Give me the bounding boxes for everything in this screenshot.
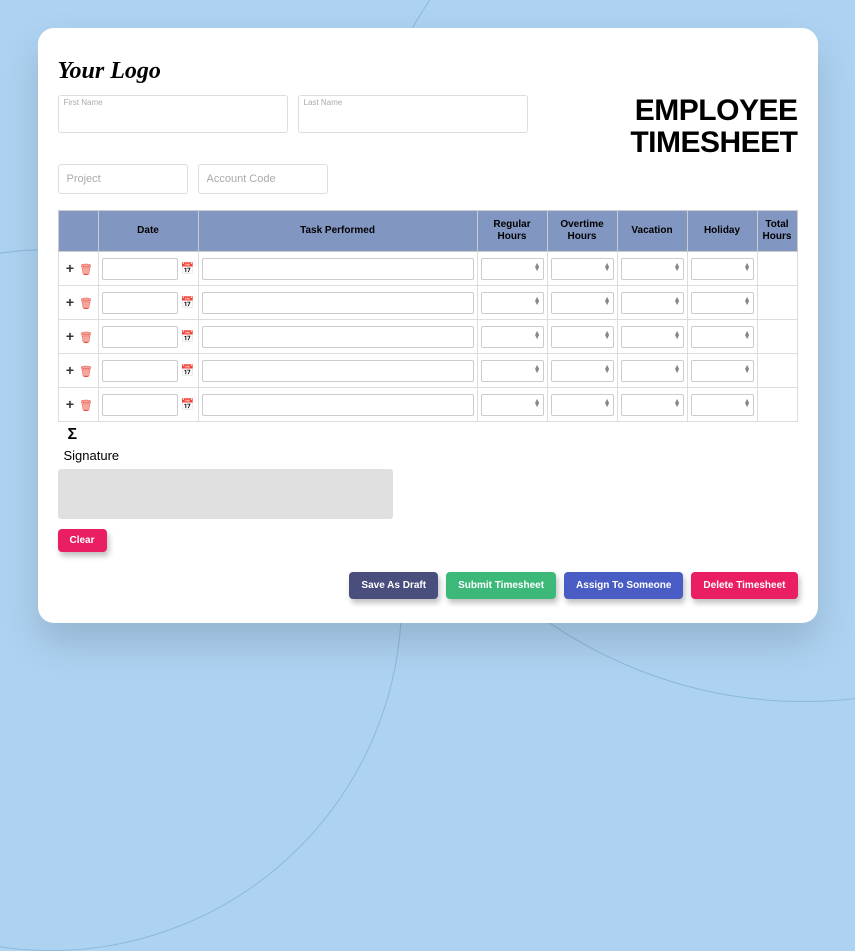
spinner-icon[interactable]: ▲▼ <box>534 298 541 308</box>
sigma-icon: Σ <box>68 426 78 443</box>
spinner-icon[interactable]: ▲▼ <box>604 332 611 342</box>
spinner-icon[interactable]: ▲▼ <box>534 366 541 376</box>
th-total: Total Hours <box>757 211 797 252</box>
calendar-icon[interactable]: 📅 <box>181 330 195 343</box>
total-hours-cell <box>757 286 797 320</box>
calendar-icon[interactable]: 📅 <box>181 398 195 411</box>
spinner-icon[interactable]: ▲▼ <box>604 400 611 410</box>
clear-signature-button[interactable]: Clear <box>58 529 107 552</box>
last-name-label: Last Name <box>304 98 343 107</box>
total-hours-cell <box>757 388 797 422</box>
spinner-icon[interactable]: ▲▼ <box>534 332 541 342</box>
th-vacation: Vacation <box>617 211 687 252</box>
task-input[interactable] <box>202 394 474 416</box>
date-input[interactable] <box>102 394 178 416</box>
table-row: +🗑 📅 ▲▼ ▲▼ ▲▼ ▲▼ <box>58 320 797 354</box>
delete-button[interactable]: Delete Timesheet <box>691 572 797 599</box>
add-row-button[interactable]: + <box>63 363 77 377</box>
task-input[interactable] <box>202 326 474 348</box>
sub-fields <box>58 164 798 194</box>
spinner-icon[interactable]: ▲▼ <box>604 298 611 308</box>
task-input[interactable] <box>202 360 474 382</box>
delete-row-button[interactable]: 🗑 <box>79 297 93 310</box>
date-input[interactable] <box>102 360 178 382</box>
account-code-input[interactable] <box>198 164 328 194</box>
first-name-label: First Name <box>64 98 103 107</box>
th-regular: Regular Hours <box>477 211 547 252</box>
add-row-button[interactable]: + <box>63 261 77 275</box>
table-row: +🗑 📅 ▲▼ ▲▼ ▲▼ ▲▼ <box>58 388 797 422</box>
signature-pad[interactable] <box>58 469 393 519</box>
project-input[interactable] <box>58 164 188 194</box>
total-hours-cell <box>757 252 797 286</box>
spinner-icon[interactable]: ▲▼ <box>534 400 541 410</box>
spinner-icon[interactable]: ▲▼ <box>744 366 751 376</box>
spinner-icon[interactable]: ▲▼ <box>604 366 611 376</box>
footer-buttons: Save As Draft Submit Timesheet Assign To… <box>58 572 798 599</box>
th-overtime: Overtime Hours <box>547 211 617 252</box>
header-row: First Name Last Name EMPLOYEE TIMESHEET <box>58 95 798 158</box>
spinner-icon[interactable]: ▲▼ <box>744 332 751 342</box>
add-row-button[interactable]: + <box>63 397 77 411</box>
spinner-icon[interactable]: ▲▼ <box>534 264 541 274</box>
delete-row-button[interactable]: 🗑 <box>79 399 93 412</box>
th-date: Date <box>98 211 198 252</box>
spinner-icon[interactable]: ▲▼ <box>604 264 611 274</box>
delete-row-button[interactable]: 🗑 <box>79 263 93 276</box>
spinner-icon[interactable]: ▲▼ <box>744 298 751 308</box>
spinner-icon[interactable]: ▲▼ <box>744 400 751 410</box>
th-action <box>58 211 98 252</box>
spinner-icon[interactable]: ▲▼ <box>674 264 681 274</box>
th-holiday: Holiday <box>687 211 757 252</box>
total-hours-cell <box>757 354 797 388</box>
spinner-icon[interactable]: ▲▼ <box>674 366 681 376</box>
calendar-icon[interactable]: 📅 <box>181 262 195 275</box>
th-task: Task Performed <box>198 211 477 252</box>
calendar-icon[interactable]: 📅 <box>181 296 195 309</box>
add-row-button[interactable]: + <box>63 329 77 343</box>
spinner-icon[interactable]: ▲▼ <box>674 332 681 342</box>
spinner-icon[interactable]: ▲▼ <box>744 264 751 274</box>
spinner-icon[interactable]: ▲▼ <box>674 298 681 308</box>
total-hours-cell <box>757 320 797 354</box>
delete-row-button[interactable]: 🗑 <box>79 365 93 378</box>
delete-row-button[interactable]: 🗑 <box>79 331 93 344</box>
spinner-icon[interactable]: ▲▼ <box>674 400 681 410</box>
calendar-icon[interactable]: 📅 <box>181 364 195 377</box>
signature-label: Signature <box>64 448 798 463</box>
table-row: +🗑 📅 ▲▼ ▲▼ ▲▼ ▲▼ <box>58 252 797 286</box>
assign-button[interactable]: Assign To Someone <box>564 572 683 599</box>
submit-button[interactable]: Submit Timesheet <box>446 572 556 599</box>
table-row: +🗑 📅 ▲▼ ▲▼ ▲▼ ▲▼ <box>58 354 797 388</box>
page-title: EMPLOYEE TIMESHEET <box>630 95 797 158</box>
logo: Your Logo <box>58 58 798 85</box>
table-row: +🗑 📅 ▲▼ ▲▼ ▲▼ ▲▼ <box>58 286 797 320</box>
timesheet-card: Your Logo First Name Last Name EMPLOYEE … <box>38 28 818 623</box>
save-draft-button[interactable]: Save As Draft <box>349 572 438 599</box>
date-input[interactable] <box>102 292 178 314</box>
task-input[interactable] <box>202 258 474 280</box>
date-input[interactable] <box>102 258 178 280</box>
date-input[interactable] <box>102 326 178 348</box>
name-fields: First Name Last Name <box>58 95 528 133</box>
timesheet-table: Date Task Performed Regular Hours Overti… <box>58 210 798 422</box>
add-row-button[interactable]: + <box>63 295 77 309</box>
task-input[interactable] <box>202 292 474 314</box>
